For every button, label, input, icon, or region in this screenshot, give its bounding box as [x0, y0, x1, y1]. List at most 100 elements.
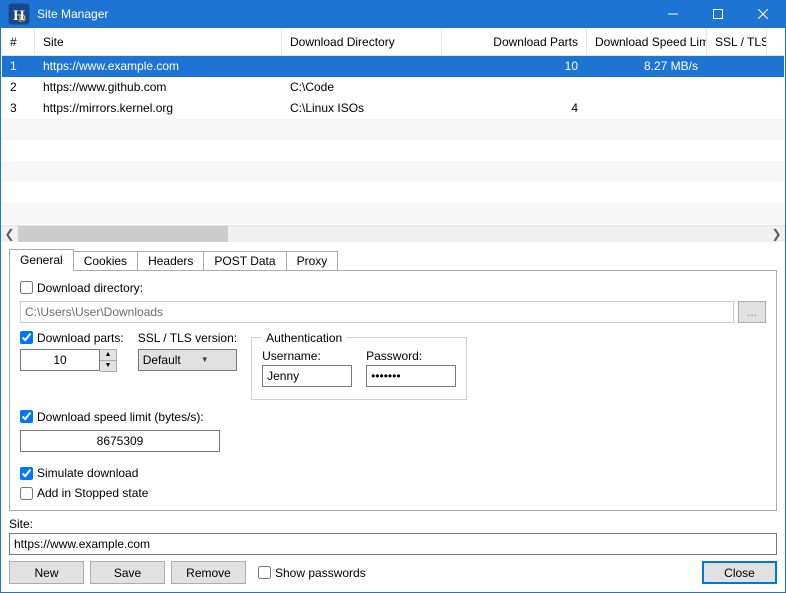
scroll-thumb[interactable]	[18, 226, 228, 242]
table-row[interactable]: 1 https://www.example.com 10 8.27 MB/s	[2, 56, 784, 77]
tab-general[interactable]: General	[9, 249, 74, 271]
col-header-dir[interactable]: Download Directory	[282, 29, 442, 55]
cell-speed	[587, 85, 707, 89]
tab-cookies[interactable]: Cookies	[73, 251, 138, 270]
download-parts-input[interactable]	[20, 349, 100, 371]
remove-button[interactable]: Remove	[171, 561, 246, 584]
download-dir-input	[20, 301, 734, 323]
cell-speed	[587, 106, 707, 110]
table-row-empty	[2, 203, 784, 224]
app-icon: HD	[7, 2, 31, 26]
download-parts-spinner: ▲ ▼	[20, 349, 124, 372]
grid-body: 1 https://www.example.com 10 8.27 MB/s 2…	[2, 56, 784, 224]
cell-dir	[282, 64, 442, 68]
cell-site: https://www.github.com	[35, 78, 282, 96]
table-row-empty	[2, 182, 784, 203]
cell-site: https://mirrors.kernel.org	[35, 99, 282, 117]
stopped-check[interactable]	[20, 487, 33, 500]
close-window-button[interactable]	[740, 1, 785, 28]
maximize-button[interactable]	[695, 1, 740, 28]
grid: # Site Download Directory Download Parts…	[1, 28, 785, 225]
site-label: Site:	[9, 517, 777, 531]
tab-proxy[interactable]: Proxy	[286, 251, 339, 270]
tab-page-general: Download directory: ... Download parts:	[9, 270, 777, 512]
spinner-buttons: ▲ ▼	[100, 349, 117, 372]
table-row[interactable]: 3 https://mirrors.kernel.org C:\Linux IS…	[2, 98, 784, 119]
ssl-version-select[interactable]: Default ▼	[138, 349, 237, 371]
stopped-checkbox[interactable]: Add in Stopped state	[20, 486, 766, 500]
scroll-track[interactable]	[18, 226, 768, 242]
show-passwords-check[interactable]	[258, 566, 271, 579]
window-buttons	[650, 1, 785, 28]
scroll-right-icon[interactable]: ❯	[768, 225, 785, 242]
download-parts-check[interactable]	[20, 331, 33, 344]
button-bar: New Save Remove Show passwords Close	[9, 561, 777, 584]
window-title: Site Manager	[37, 7, 650, 21]
horizontal-scrollbar[interactable]: ❮ ❯	[1, 225, 785, 242]
stopped-label: Add in Stopped state	[37, 486, 148, 500]
site-area: Site:	[9, 517, 777, 555]
client-area: # Site Download Directory Download Parts…	[1, 28, 785, 593]
speed-limit-check[interactable]	[20, 410, 33, 423]
download-dir-label: Download directory:	[37, 281, 143, 295]
cell-parts: 10	[442, 57, 587, 75]
speed-limit-checkbox[interactable]: Download speed limit (bytes/s):	[20, 410, 204, 424]
speed-limit-label: Download speed limit (bytes/s):	[37, 410, 204, 424]
sites-table: # Site Download Directory Download Parts…	[1, 28, 785, 242]
download-parts-checkbox[interactable]: Download parts:	[20, 331, 124, 345]
tab-post-data[interactable]: POST Data	[203, 251, 286, 270]
table-row-empty	[2, 119, 784, 140]
tabstrip: General Cookies Headers POST Data Proxy	[9, 248, 777, 270]
show-passwords-label: Show passwords	[275, 566, 366, 580]
show-passwords-checkbox[interactable]: Show passwords	[258, 566, 366, 580]
spin-down-icon[interactable]: ▼	[100, 360, 116, 371]
auth-legend: Authentication	[262, 331, 346, 345]
download-dir-check[interactable]	[20, 281, 33, 294]
cell-num: 3	[2, 99, 35, 117]
cell-dir: C:\Code	[282, 78, 442, 96]
cell-parts: 4	[442, 99, 587, 117]
site-manager-window: HD Site Manager # Site Download Director…	[0, 0, 786, 593]
username-label: Username:	[262, 349, 352, 363]
site-input[interactable]	[9, 533, 777, 555]
col-header-parts[interactable]: Download Parts	[442, 29, 587, 55]
download-dir-checkbox[interactable]: Download directory:	[20, 281, 143, 295]
cell-num: 1	[2, 57, 35, 75]
password-input[interactable]	[366, 365, 456, 387]
minimize-button[interactable]	[650, 1, 695, 28]
tabs-wrap: General Cookies Headers POST Data Proxy …	[9, 248, 777, 512]
download-parts-label: Download parts:	[37, 331, 124, 345]
simulate-check[interactable]	[20, 467, 33, 480]
cell-parts	[442, 85, 587, 89]
grid-header: # Site Download Directory Download Parts…	[2, 29, 784, 56]
col-header-site[interactable]: Site	[35, 29, 282, 55]
spin-up-icon[interactable]: ▲	[100, 350, 116, 360]
chevron-down-icon: ▼	[201, 355, 209, 364]
speed-limit-input[interactable]	[20, 430, 220, 452]
table-row-empty	[2, 161, 784, 182]
cell-num: 2	[2, 78, 35, 96]
simulate-label: Simulate download	[37, 466, 138, 480]
cell-site: https://www.example.com	[35, 57, 282, 75]
col-header-ssl[interactable]: SSL / TLS Ve	[707, 29, 767, 55]
browse-button[interactable]: ...	[738, 301, 766, 323]
password-label: Password:	[366, 349, 456, 363]
col-header-num[interactable]: #	[2, 29, 35, 55]
save-button[interactable]: Save	[90, 561, 165, 584]
cell-speed: 8.27 MB/s	[587, 57, 707, 75]
cell-ssl	[707, 85, 767, 89]
simulate-checkbox[interactable]: Simulate download	[20, 466, 766, 480]
cell-dir: C:\Linux ISOs	[282, 99, 442, 117]
ssl-label: SSL / TLS version:	[138, 331, 237, 345]
close-button[interactable]: Close	[702, 561, 777, 584]
download-dir-input-row: ...	[20, 301, 766, 323]
col-header-speed[interactable]: Download Speed Limit	[587, 29, 707, 55]
username-input[interactable]	[262, 365, 352, 387]
tab-headers[interactable]: Headers	[137, 251, 204, 270]
scroll-left-icon[interactable]: ❮	[1, 225, 18, 242]
table-row[interactable]: 2 https://www.github.com C:\Code	[2, 77, 784, 98]
titlebar[interactable]: HD Site Manager	[1, 1, 785, 28]
ssl-version-value: Default	[143, 353, 181, 367]
cell-ssl	[707, 106, 767, 110]
new-button[interactable]: New	[9, 561, 84, 584]
